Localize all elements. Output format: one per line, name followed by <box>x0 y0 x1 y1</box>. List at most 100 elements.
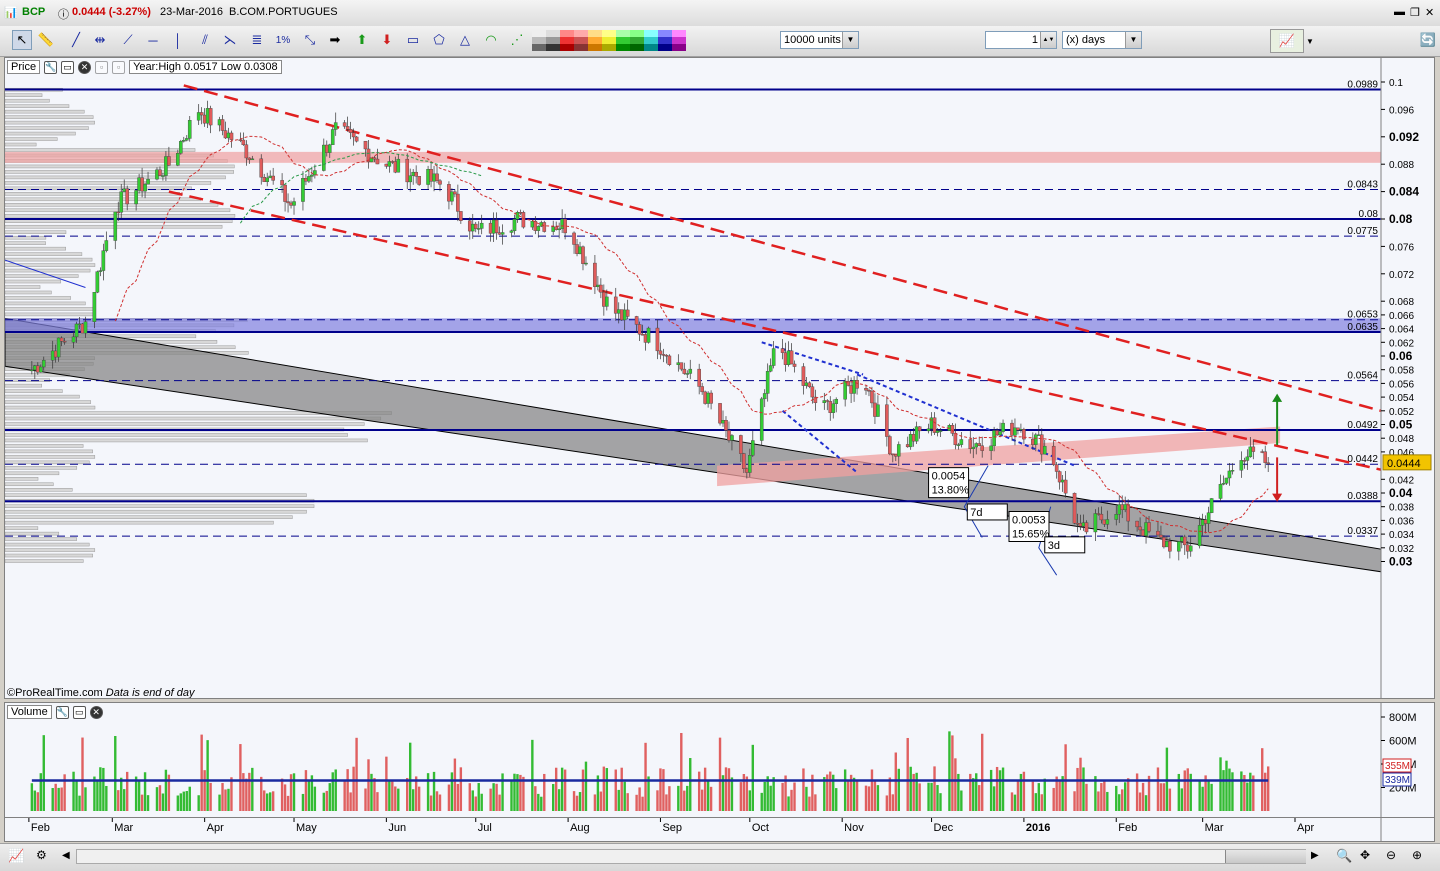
volume-bar <box>292 773 296 811</box>
chart-type-icon[interactable]: 📈 <box>1270 29 1304 53</box>
restore-icon[interactable]: ❐ <box>1410 6 1420 19</box>
minimize-icon[interactable]: ▬ <box>1394 6 1405 18</box>
candle-body <box>238 139 243 141</box>
polygon-tool-icon[interactable]: ⬠ <box>429 30 449 50</box>
vertical-line-icon[interactable]: │ <box>168 30 188 50</box>
panel-close-icon[interactable]: ✕ <box>78 60 92 74</box>
profile-bar <box>5 537 77 541</box>
settings-icon[interactable]: ⚙ <box>36 848 47 862</box>
volume-bar <box>450 772 454 811</box>
window-icon[interactable]: ▭ <box>61 60 75 74</box>
price-panel-header: Price 🔧 ▭ ✕ ▫ ▫ Year:High 0.0517 Low 0.0… <box>7 59 282 75</box>
volume-bar <box>1186 768 1189 811</box>
chart-list-icon[interactable]: 📈 <box>8 848 24 864</box>
price-chart-panel[interactable]: 0.0989 0.0843 0.08 0.0775 0.0653 0.0635 0.0564… <box>4 57 1435 699</box>
candle-body <box>593 262 597 287</box>
candle-body <box>33 365 37 371</box>
profile-bar <box>5 208 231 213</box>
volume-window-icon[interactable]: ▭ <box>72 705 86 719</box>
profile-bar <box>5 307 94 311</box>
arrow-up-icon[interactable]: ⬆ <box>352 30 372 50</box>
candle-body <box>220 119 225 131</box>
volume-bar <box>927 782 930 811</box>
zoom-out-icon[interactable]: ⊖ <box>1386 848 1396 862</box>
color-palette[interactable] <box>532 30 686 52</box>
volume-bar <box>93 776 96 811</box>
candle-body <box>932 417 937 433</box>
interval-value-input[interactable]: 1 ▲▼ <box>985 31 1057 49</box>
volume-bar <box>456 783 460 811</box>
cursor-tool-icon[interactable]: ↖ <box>12 30 32 50</box>
interval-unit-select[interactable]: (x) days ▼ <box>1062 31 1142 49</box>
candle-body <box>1105 519 1110 525</box>
scroll-track[interactable] <box>76 849 1306 864</box>
channel-icon[interactable]: ⫽ <box>195 30 215 50</box>
close-icon[interactable]: ✕ <box>1425 6 1434 19</box>
ruler-tool-icon[interactable]: 📏 <box>36 30 56 50</box>
line-tool-icon[interactable]: ╱ <box>66 30 86 50</box>
units-select[interactable]: 10000 units ▼ <box>780 31 859 49</box>
pan-icon[interactable]: ✥ <box>1360 848 1370 862</box>
arrow-down-icon[interactable]: ⬇ <box>377 30 397 50</box>
scroll-thumb[interactable] <box>1225 850 1306 863</box>
arrows-tool-icon[interactable]: ⤡ <box>300 30 320 50</box>
candle-body <box>327 144 332 153</box>
volume-bar <box>39 773 42 811</box>
year-range-label: Year:High 0.0517 Low 0.0308 <box>129 60 282 74</box>
volume-wrench-icon[interactable]: 🔧 <box>55 705 69 719</box>
candle-body <box>896 444 901 457</box>
zoom-in-icon[interactable]: 🔍 <box>1336 848 1352 864</box>
candle-body <box>1031 438 1035 445</box>
volume-bar <box>980 733 984 811</box>
candle-body <box>92 292 97 322</box>
percent-tool-icon[interactable]: 1% <box>273 30 293 50</box>
profile-bar <box>5 471 60 476</box>
volume-bar <box>823 777 826 811</box>
volume-bar <box>1141 782 1145 811</box>
gann-tool-icon[interactable]: ⋰ <box>507 30 527 50</box>
measure-box-2-text: 0.0053 <box>1012 514 1046 526</box>
moving-average-green <box>239 152 482 224</box>
volume-panel[interactable]: 800M600M400M200M355M339M Volume 🔧 ▭ ✕ <box>4 702 1435 818</box>
horizontal-ray-icon[interactable]: ⇹ <box>90 30 110 50</box>
volume-bar <box>793 782 796 811</box>
triangle-tool-icon[interactable]: △ <box>455 30 475 50</box>
bottom-scrollbar[interactable]: 📈 ⚙ ◀ ▶ 🔍 ✥ ⊖ ⊕ <box>0 843 1440 871</box>
candle-body <box>697 368 701 387</box>
volume-bar <box>492 783 495 811</box>
trendline-icon[interactable]: ⟋ <box>118 30 138 50</box>
fibonacci-icon[interactable]: ≣ <box>247 30 267 50</box>
y-tick-label: 0.058 <box>1389 366 1414 377</box>
rectangle-tool-icon[interactable]: ▭ <box>403 30 423 50</box>
arrow-right-icon[interactable]: ➡ <box>325 30 345 50</box>
wrench-icon[interactable]: 🔧 <box>44 60 58 74</box>
volume-close-icon[interactable]: ✕ <box>89 705 103 719</box>
volume-bar <box>57 787 60 811</box>
candle-body <box>1051 445 1056 465</box>
volume-bar <box>1022 771 1026 811</box>
candle-body <box>1054 464 1059 472</box>
profile-bar <box>5 553 93 558</box>
volume-bar <box>724 767 728 811</box>
candle-body <box>1200 519 1205 526</box>
volume-bar <box>471 790 474 811</box>
candle-body <box>655 327 660 352</box>
volume-bar <box>206 740 209 811</box>
candle-body <box>435 173 439 181</box>
fan-icon[interactable]: ⋋ <box>220 30 240 50</box>
arc-tool-icon[interactable]: ◠ <box>481 30 501 50</box>
volume-bar <box>495 783 498 811</box>
candle-body <box>1039 434 1044 455</box>
candle-body <box>667 355 672 365</box>
price-chart[interactable]: 0.0989 0.0843 0.08 0.0775 0.06530.0635 0.0564… <box>5 58 1435 699</box>
info-icon[interactable]: ⓘ <box>58 6 69 22</box>
zoom-reset-icon[interactable]: ⊕ <box>1412 848 1422 862</box>
horizontal-line-icon[interactable]: ─ <box>143 30 163 50</box>
chart-type-dropdown-icon[interactable]: ▼ <box>1304 29 1316 53</box>
sync-icon[interactable]: 🔄 <box>1418 30 1438 50</box>
scroll-left-icon[interactable]: ◀ <box>62 850 70 861</box>
scroll-right-icon[interactable]: ▶ <box>1311 850 1319 861</box>
volume-bar <box>221 782 224 811</box>
y-tick-label: 0.084 <box>1389 185 1419 199</box>
volume-bar <box>599 791 603 811</box>
